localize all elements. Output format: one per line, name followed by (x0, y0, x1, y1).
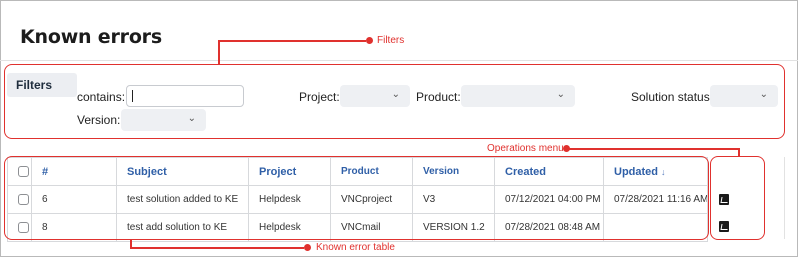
chevron-down-icon: ⌄ (759, 89, 768, 100)
project-select[interactable]: ⌄ (340, 85, 410, 107)
version-select[interactable]: ⌄ (121, 109, 206, 131)
table-callout-dot (304, 244, 311, 251)
operations-callout-label: Operations menu (487, 143, 564, 154)
operations-callout-line-h (567, 148, 739, 150)
chevron-down-icon: ⌄ (391, 89, 400, 100)
filters-callout-label: Filters (377, 35, 405, 46)
table-callout-label: Known error table (316, 242, 395, 253)
operations-menu-highlight-box (710, 156, 765, 240)
chevron-down-icon: ⌄ (556, 89, 565, 100)
contains-input[interactable] (126, 85, 244, 107)
page-title: Known errors (20, 26, 162, 48)
table-callout-line-h (130, 247, 304, 249)
tab-filters[interactable]: Filters (7, 73, 77, 97)
version-label: Version: (77, 113, 121, 127)
product-label: Product: (416, 90, 461, 104)
filters-callout-dot (366, 37, 373, 44)
operations-callout-line-v (738, 148, 740, 156)
known-error-table-highlight-box (4, 156, 709, 240)
filters-callout-line-h (218, 40, 366, 42)
product-select[interactable]: ⌄ (461, 85, 575, 107)
solution-status-select[interactable]: ⌄ (710, 85, 778, 107)
project-label: Project: (299, 90, 340, 104)
chevron-down-icon: ⌄ (187, 113, 196, 124)
solution-status-label: Solution status: (631, 90, 714, 104)
text-caret (132, 90, 133, 102)
table-edge (784, 157, 785, 239)
contains-label: contains: (77, 90, 126, 104)
filters-callout-line (218, 40, 220, 64)
divider (0, 60, 798, 61)
